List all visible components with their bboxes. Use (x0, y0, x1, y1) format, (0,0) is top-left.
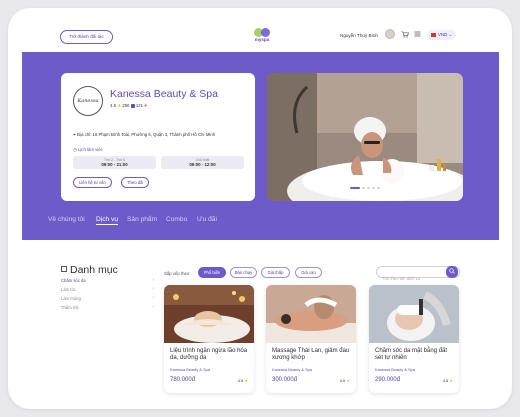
service-spa: Kanessa Beauty & Spa (375, 367, 416, 372)
chevron-right-icon: › (152, 304, 154, 310)
catalog-heading: Danh mục (61, 264, 118, 276)
flag-icon (431, 33, 436, 37)
search-input[interactable] (377, 273, 443, 284)
clock-icon: ◷ (73, 147, 77, 152)
service-image (164, 285, 254, 343)
chevron-right-icon: › (152, 277, 154, 283)
spa-stats: 4.5 ★ 250 121 ♥ (110, 103, 147, 109)
follow-button[interactable]: Theo dõi (121, 177, 150, 188)
like-count: 121 (135, 103, 143, 108)
schedule-weekday: Thứ 2 - Thứ 6 09:00 - 21:00 (73, 156, 156, 169)
myspa-logo[interactable]: myspa (252, 27, 272, 45)
star-icon: ★ (449, 378, 453, 383)
category-item[interactable]: Thẩm mỹ › (61, 304, 154, 310)
heart-icon: ♥ (144, 103, 147, 108)
spa-info-card: Kanessa Kanessa Beauty & Spa 4.5 ★ 250 1… (61, 73, 255, 201)
user-name[interactable]: Nguyễn Thuỳ Bình (340, 33, 378, 38)
carousel-dot[interactable] (350, 186, 360, 189)
schedule-sunday: Chủ nhật 09:00 - 12:00 (161, 156, 244, 169)
chevron-right-icon: › (152, 295, 154, 301)
service-name: Massage Thái Lan, giảm đau xương khớp (272, 348, 350, 361)
menu-icon[interactable] (413, 31, 421, 38)
service-spa: Kanessa Beauty & Spa (170, 367, 211, 372)
carousel-dot[interactable] (367, 186, 370, 189)
category-item[interactable]: Làm móng › (61, 295, 154, 301)
rating-value: 4.5 (442, 378, 449, 383)
carousel-dots (267, 179, 463, 197)
become-partner-button[interactable]: Trở thành đối tác (60, 30, 113, 44)
service-spa: Kanessa Beauty & Spa (272, 367, 313, 372)
sort-option[interactable]: Giá cao (295, 267, 322, 278)
spa-logo: Kanessa (73, 86, 103, 116)
star-icon: ★ (117, 103, 122, 108)
chevron-right-icon: › (152, 286, 154, 292)
search-icon (449, 268, 455, 275)
category-label: Thẩm mỹ (61, 305, 79, 310)
sort-option[interactable]: Bán chạy (230, 267, 257, 278)
service-card[interactable]: Chăm sóc da mặt bằng đất sét tự nhiên Kan… (369, 285, 459, 393)
avatar[interactable] (385, 29, 395, 39)
sort-label: Sắp xếp theo: (164, 271, 191, 276)
carousel-dot[interactable] (377, 186, 380, 189)
chevron-down-icon: ⌄ (448, 32, 453, 37)
tab-2[interactable]: Sản phẩm (127, 216, 157, 223)
service-price: 290.000đ (375, 377, 401, 383)
service-name: Liệu trình ngăn ngừa lão hóa da, dưỡng d… (170, 348, 248, 361)
star-icon: ★ (346, 378, 350, 383)
sort-option[interactable]: Giá thấp (261, 267, 290, 278)
currency-selector[interactable]: VND ⌄ (427, 30, 457, 40)
service-rating: 4.5 ★ (340, 378, 350, 383)
service-rating: 4.5 ★ (443, 378, 453, 383)
service-card[interactable]: Liệu trình ngăn ngừa lão hóa da, dưỡng d… (164, 285, 254, 393)
service-image (266, 285, 356, 343)
spa-address: ⌖ Địa chỉ: 16 Phạm Đình Toái, Phường 6, … (73, 132, 215, 138)
logo-text: myspa (254, 37, 270, 42)
service-rating: 4.5 ★ (238, 378, 248, 383)
category-label: Chăm sóc da (61, 278, 86, 283)
category-label: Làm tóc (61, 287, 76, 292)
spa-photo-carousel[interactable] (267, 73, 463, 201)
address-text: Địa chỉ: 16 Phạm Đình Toái, Phường 6, Qu… (77, 132, 216, 137)
tab-4[interactable]: Ưu đãi (197, 216, 217, 223)
catalog-title: Danh mục (70, 264, 118, 276)
category-item[interactable]: Làm tóc › (61, 286, 154, 292)
sort-option[interactable]: Phổ biến (198, 267, 226, 278)
service-price: 300.000đ (272, 377, 298, 383)
grid-icon (61, 266, 67, 273)
category-item[interactable]: Chăm sóc da › (61, 277, 154, 283)
search-button[interactable] (446, 266, 458, 278)
location-pin-icon: ⌖ (73, 132, 76, 138)
rating-value: 4.5 (339, 378, 346, 383)
currency-label: VND (438, 32, 448, 37)
service-card[interactable]: Massage Thái Lan, giảm đau xương khớp Kan… (266, 285, 356, 393)
schedule-hours: 09:00 - 21:00 (101, 161, 128, 167)
service-image (369, 285, 459, 343)
category-label: Làm móng (61, 296, 81, 301)
star-icon: ★ (244, 378, 248, 383)
service-price: 780.000đ (170, 377, 196, 383)
page-frame: Trở thành đối tác myspa Nguyễn Thuỳ Bình… (8, 8, 512, 409)
schedule-hours: 09:00 - 12:00 (189, 161, 216, 167)
review-count: 250 (122, 103, 130, 108)
spa-hero: Kanessa Kanessa Beauty & Spa 4.5 ★ 250 1… (22, 52, 499, 240)
review-icon (130, 103, 135, 108)
tab-1[interactable]: Dịch vụ (96, 216, 118, 225)
schedule-label: ◷ Lịch làm việc (73, 147, 103, 153)
contact-button[interactable]: Liên hệ tư vấn (73, 177, 112, 188)
rating-value: 4.5 (237, 378, 244, 383)
tab-3[interactable]: Combo (166, 216, 187, 223)
rating-value: 4.5 (110, 103, 116, 108)
top-header: Trở thành đối tác myspa Nguyễn Thuỳ Bình… (8, 8, 512, 52)
carousel-dot[interactable] (362, 186, 365, 189)
cart-icon[interactable] (401, 31, 409, 38)
carousel-dot[interactable] (372, 186, 375, 189)
spa-name: Kanessa Beauty & Spa (110, 88, 218, 100)
tab-0[interactable]: Về chúng tôi (48, 216, 85, 223)
schedule-label-text: Lịch làm việc (77, 147, 103, 152)
service-name: Chăm sóc da mặt bằng đất sét tự nhiên (375, 348, 448, 361)
